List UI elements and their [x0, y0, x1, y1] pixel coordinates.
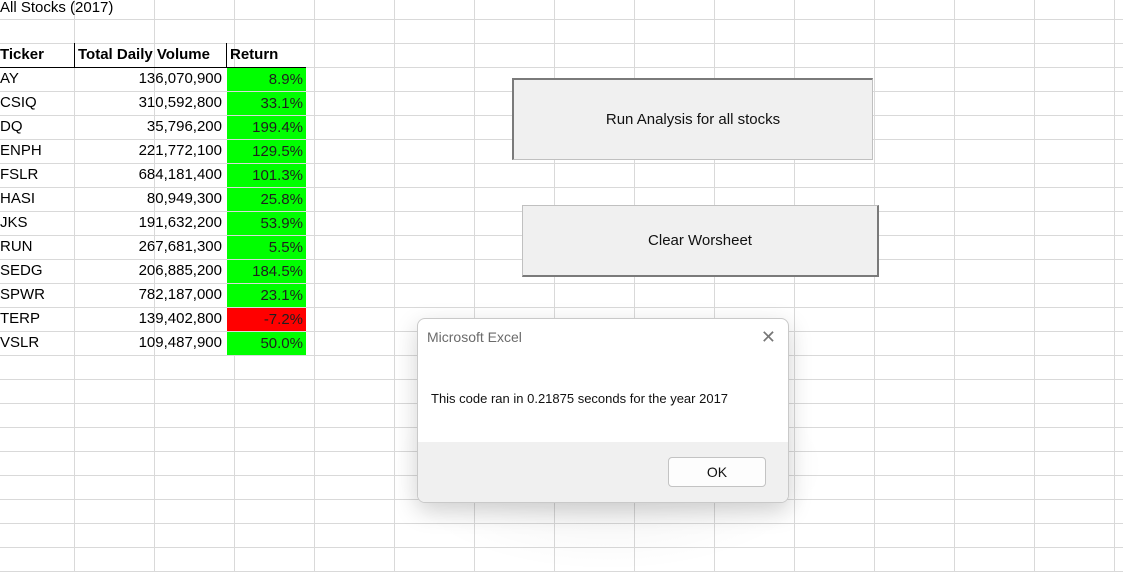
cell-volume[interactable]: 35,796,200 [74, 115, 226, 139]
cell-volume[interactable]: 310,592,800 [74, 91, 226, 115]
header-divider [74, 43, 75, 67]
cell-volume[interactable]: 80,949,300 [74, 187, 226, 211]
cell-volume[interactable]: 206,885,200 [74, 259, 226, 283]
header-ticker[interactable]: Ticker [0, 43, 74, 67]
cell-return[interactable]: -7.2% [227, 308, 306, 331]
cell-return[interactable]: 199.4% [227, 116, 306, 139]
cell-ticker[interactable]: DQ [0, 115, 74, 139]
cell-return[interactable]: 8.9% [227, 68, 306, 91]
cell-ticker[interactable]: HASI [0, 187, 74, 211]
cell-return[interactable]: 25.8% [227, 188, 306, 211]
cell-ticker[interactable]: AY [0, 67, 74, 91]
cell-ticker[interactable]: ENPH [0, 139, 74, 163]
cell-ticker[interactable]: CSIQ [0, 91, 74, 115]
cell-volume[interactable]: 139,402,800 [74, 307, 226, 331]
cell-ticker[interactable]: VSLR [0, 331, 74, 355]
cell-return[interactable]: 53.9% [227, 212, 306, 235]
ok-button[interactable]: OK [668, 457, 766, 487]
cell-ticker[interactable]: FSLR [0, 163, 74, 187]
cell-ticker[interactable]: SEDG [0, 259, 74, 283]
header-divider [226, 43, 227, 67]
cell-return[interactable]: 33.1% [227, 92, 306, 115]
cell-ticker[interactable]: JKS [0, 211, 74, 235]
message-dialog: Microsoft Excel ✕ This code ran in 0.218… [417, 318, 789, 503]
cell-return[interactable]: 129.5% [227, 140, 306, 163]
cell-volume[interactable]: 136,070,900 [74, 67, 226, 91]
sheet-title[interactable]: All Stocks (2017) [0, 0, 300, 20]
header-return[interactable]: Return [230, 43, 306, 67]
cell-ticker[interactable]: RUN [0, 235, 74, 259]
close-icon[interactable]: ✕ [761, 327, 776, 347]
cell-volume[interactable]: 782,187,000 [74, 283, 226, 307]
cell-volume[interactable]: 191,632,200 [74, 211, 226, 235]
run-analysis-button[interactable]: Run Analysis for all stocks [512, 78, 873, 160]
header-volume[interactable]: Total Daily Volume [78, 43, 226, 67]
cell-volume[interactable]: 684,181,400 [74, 163, 226, 187]
dialog-title: Microsoft Excel [427, 329, 522, 345]
cell-return[interactable]: 50.0% [227, 332, 306, 355]
clear-worksheet-button[interactable]: Clear Worsheet [522, 205, 879, 277]
cell-volume[interactable]: 267,681,300 [74, 235, 226, 259]
cell-return[interactable]: 23.1% [227, 284, 306, 307]
cell-volume[interactable]: 221,772,100 [74, 139, 226, 163]
cell-return[interactable]: 5.5% [227, 236, 306, 259]
cell-return[interactable]: 184.5% [227, 260, 306, 283]
dialog-message: This code ran in 0.21875 seconds for the… [431, 391, 729, 406]
cell-ticker[interactable]: SPWR [0, 283, 74, 307]
cell-ticker[interactable]: TERP [0, 307, 74, 331]
dialog-footer: OK [418, 442, 788, 502]
cell-volume[interactable]: 109,487,900 [74, 331, 226, 355]
cell-return[interactable]: 101.3% [227, 164, 306, 187]
